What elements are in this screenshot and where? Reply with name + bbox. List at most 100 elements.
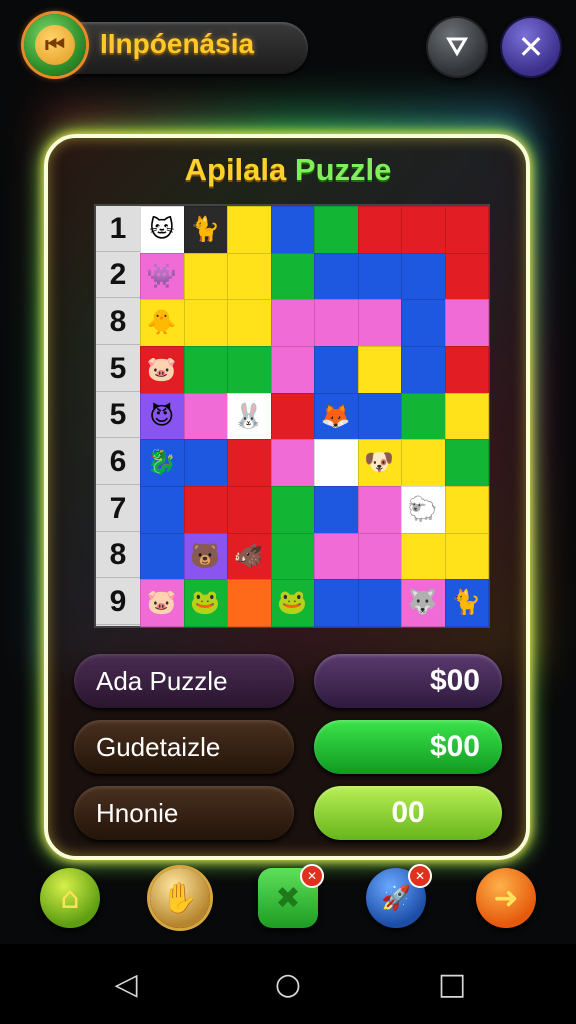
creature-icon: 🐰 — [233, 401, 264, 430]
puzzle-piece[interactable] — [444, 392, 489, 441]
creature-icon: 🐗 — [233, 541, 264, 570]
coin-button[interactable]: ✋ — [150, 868, 210, 928]
creature-icon: 🐺 — [407, 588, 438, 617]
puzzle-piece[interactable] — [444, 252, 489, 301]
stat-value-hnonie[interactable]: 00 — [314, 786, 502, 840]
puzzle-piece[interactable] — [227, 346, 272, 394]
puzzle-piece[interactable] — [227, 486, 272, 534]
puzzle-board[interactable]: 1 2 8 5 5 6 7 8 9 🐱 🐈 👾 🐥 🐷 😈 🐰 🦊 🐉 🐶 🐑 🐻 🐗 🐷 🐸 🐸 🐺 🐈 — [96, 206, 489, 627]
puzzle-piece[interactable] — [227, 299, 272, 347]
rocket-button[interactable]: 🚀 ✕ — [366, 864, 432, 928]
stat-label-gudetaizle: Gudetaizle — [74, 720, 294, 774]
puzzle-piece[interactable] — [357, 346, 402, 394]
creature-icon: 🐶 — [364, 448, 395, 477]
puzzle-piece[interactable] — [357, 299, 402, 347]
puzzle-piece[interactable] — [314, 206, 359, 254]
skip-back-button[interactable]: ⏮ — [24, 14, 86, 76]
creature-icon: 🐷 — [146, 588, 177, 617]
remove-piece-icon: ✖ — [275, 880, 301, 916]
puzzle-piece[interactable] — [444, 299, 489, 347]
nav-home-icon[interactable]: ○ — [268, 964, 308, 1004]
puzzle-piece[interactable] — [401, 392, 446, 441]
creature-icon: 👾 — [146, 261, 177, 290]
puzzle-piece[interactable] — [357, 579, 402, 627]
puzzle-piece[interactable] — [183, 346, 228, 394]
puzzle-piece[interactable] — [183, 252, 228, 301]
puzzle-piece[interactable] — [314, 486, 359, 534]
creature-icon: 🐉 — [146, 448, 177, 477]
skip-back-icon: ⏮ — [35, 25, 75, 65]
stat-value-ada-puzzle[interactable]: $00 — [314, 654, 502, 708]
puzzle-piece[interactable] — [444, 532, 489, 581]
house-icon: ⌂ — [60, 880, 80, 916]
row-number-column: 1 2 8 5 5 6 7 8 9 — [96, 206, 140, 626]
puzzle-piece[interactable] — [140, 532, 185, 581]
row-label: 8 — [96, 299, 140, 345]
filter-icon: ⛛ — [446, 31, 468, 62]
creature-icon: 🐸 — [277, 588, 308, 617]
panel-title-word1: Apilala — [184, 152, 287, 187]
puzzle-piece[interactable] — [314, 532, 359, 581]
puzzle-piece[interactable] — [270, 299, 315, 347]
nav-recent-icon[interactable]: □ — [432, 964, 472, 1004]
notification-badge-icon: ✕ — [300, 864, 324, 888]
stat-value-gudetaizle[interactable]: $00 — [314, 720, 502, 774]
puzzle-piece[interactable] — [357, 206, 402, 254]
row-label: 8 — [96, 532, 140, 578]
system-nav-bar: ◁ ○ □ — [0, 944, 576, 1024]
puzzle-piece[interactable] — [314, 252, 359, 301]
puzzle-piece[interactable] — [444, 486, 489, 534]
home-button[interactable]: ⌂ — [40, 868, 100, 928]
row-label: 5 — [96, 392, 140, 438]
puzzle-pieces[interactable]: 🐱 🐈 👾 🐥 🐷 😈 🐰 🦊 🐉 🐶 🐑 🐻 🐗 🐷 🐸 🐸 🐺 🐈 — [140, 206, 489, 627]
panel-title: Apilala Puzzle — [0, 152, 576, 188]
puzzle-piece[interactable] — [401, 252, 446, 301]
puzzle-piece[interactable] — [227, 439, 272, 487]
row-label: 9 — [96, 579, 140, 625]
nav-back-icon[interactable]: ◁ — [106, 964, 146, 1004]
arrow-right-icon: ➜ — [493, 880, 519, 916]
creature-icon: 🦊 — [320, 401, 351, 430]
puzzle-piece[interactable] — [444, 346, 489, 394]
puzzle-piece[interactable] — [270, 392, 315, 441]
stat-label-ada-puzzle: Ada Puzzle — [74, 654, 294, 708]
puzzle-piece[interactable] — [401, 532, 446, 581]
row-label: 7 — [96, 486, 140, 532]
creature-icon: 🐱 — [149, 215, 175, 243]
puzzle-piece[interactable] — [183, 486, 228, 534]
stat-label-hnonie: Hnonie — [74, 786, 294, 840]
puzzle-piece[interactable] — [357, 486, 402, 534]
top-bar: ⏮ IInpóenásia ⛛ ✕ — [0, 0, 576, 100]
filter-button[interactable]: ⛛ — [428, 18, 486, 76]
puzzle-piece[interactable] — [444, 206, 489, 254]
puzzle-piece[interactable] — [227, 206, 272, 254]
row-label: 2 — [96, 252, 140, 298]
row-label: 5 — [96, 346, 140, 392]
panel-title-word2: Puzzle — [294, 152, 392, 187]
creature-icon: 🐥 — [146, 308, 177, 337]
puzzle-piece[interactable] — [401, 439, 446, 487]
puzzle-piece[interactable] — [401, 299, 446, 347]
puzzle-piece[interactable] — [227, 579, 272, 627]
bottom-toolbar: ⌂ ✋ ✖ ✕ 🚀 ✕ ➜ — [0, 862, 576, 942]
creature-icon: 🐷 — [146, 355, 177, 383]
creature-icon: 🐑 — [407, 495, 438, 523]
rocket-icon: 🚀 — [381, 884, 411, 912]
creature-icon: 😈 — [149, 401, 175, 430]
creature-icon: 🐸 — [190, 588, 221, 617]
puzzle-piece[interactable] — [314, 346, 359, 394]
puzzle-piece[interactable] — [270, 252, 315, 301]
creature-icon: 🐈 — [190, 215, 221, 243]
puzzle-piece[interactable] — [183, 392, 228, 441]
close-icon: ✕ — [517, 28, 545, 66]
puzzle-piece[interactable] — [270, 439, 315, 487]
coin-icon: ✋ — [161, 880, 199, 916]
row-label: 6 — [96, 439, 140, 485]
app-title: IInpóenásia — [100, 28, 255, 59]
close-button[interactable]: ✕ — [502, 18, 560, 76]
next-button[interactable]: ➜ — [476, 868, 536, 928]
puzzle-piece[interactable] — [270, 532, 315, 581]
puzzle-piece[interactable] — [444, 439, 489, 487]
remove-piece-button[interactable]: ✖ ✕ — [258, 864, 324, 928]
row-label: 1 — [96, 206, 140, 252]
